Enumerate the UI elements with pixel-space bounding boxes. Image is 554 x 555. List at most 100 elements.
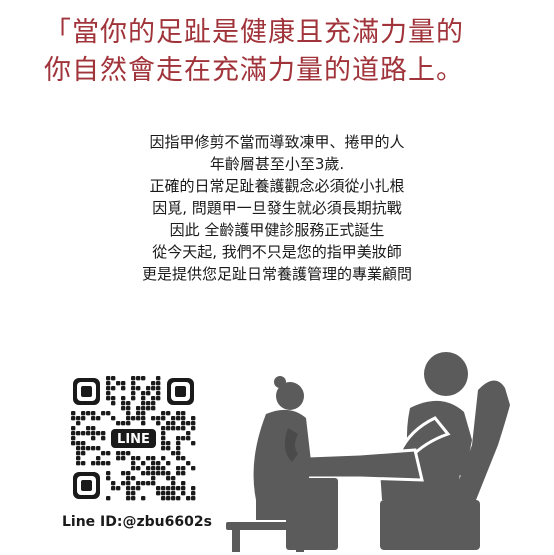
qr-module <box>156 421 161 426</box>
qr-module <box>156 396 161 401</box>
qr-module <box>171 416 176 421</box>
qr-module <box>186 436 191 441</box>
qr-module <box>106 386 111 391</box>
headline-line-1: 「當你的足趾是健康且充滿力量的 <box>44 17 464 48</box>
qr-module <box>176 446 181 451</box>
qr-module <box>71 436 76 441</box>
qr-module <box>171 426 176 431</box>
qr-module <box>176 436 181 441</box>
qr-module <box>161 426 166 431</box>
qr-module <box>181 411 186 416</box>
qr-module <box>156 491 161 496</box>
qr-module <box>156 381 161 386</box>
qr-module <box>156 376 161 381</box>
qr-module <box>176 441 181 446</box>
qr-module <box>76 431 81 436</box>
body-line-3: 正確的日常足趾養護觀念必須從小扎根 <box>149 177 405 195</box>
qr-module <box>161 431 166 436</box>
qr-module <box>111 486 116 491</box>
qr-module <box>186 496 191 501</box>
qr-module <box>161 441 166 446</box>
qr-module <box>176 466 181 471</box>
qr-module <box>156 416 161 421</box>
qr-module <box>116 421 121 426</box>
qr-module <box>91 416 96 421</box>
qr-module <box>176 426 181 431</box>
qr-module <box>136 466 141 471</box>
qr-module <box>126 496 131 501</box>
qr-module <box>151 381 156 386</box>
qr-module <box>121 481 126 486</box>
qr-module <box>136 406 141 411</box>
qr-module <box>156 466 161 471</box>
qr-module <box>161 491 166 496</box>
qr-module <box>111 481 116 486</box>
qr-module <box>106 391 111 396</box>
qr-module <box>171 481 176 486</box>
qr-module <box>81 461 86 466</box>
qr-module <box>166 421 171 426</box>
technician-figure-icon <box>226 376 312 552</box>
qr-module <box>126 411 131 416</box>
qr-module <box>186 461 191 466</box>
qr-module <box>131 466 136 471</box>
qr-module <box>151 471 156 476</box>
qr-module <box>96 446 101 451</box>
qr-module <box>161 446 166 451</box>
qr-finder-bottom-left <box>73 472 100 499</box>
qr-module <box>106 396 111 401</box>
qr-module <box>76 446 81 451</box>
qr-module <box>71 441 76 446</box>
qr-code-icon[interactable]: LINE <box>71 376 196 501</box>
qr-module <box>131 476 136 481</box>
qr-module <box>181 421 186 426</box>
qr-module <box>146 391 151 396</box>
qr-module <box>141 401 146 406</box>
qr-module <box>141 471 146 476</box>
qr-module <box>151 461 156 466</box>
qr-module <box>81 416 86 421</box>
headline-line-2: 你自然會走在充滿力量的道路上。 <box>44 55 464 86</box>
qr-module <box>146 471 151 476</box>
qr-module <box>141 416 146 421</box>
qr-module <box>176 416 181 421</box>
qr-module <box>146 401 151 406</box>
qr-module <box>141 376 146 381</box>
qr-finder-top-right <box>167 378 194 405</box>
qr-module <box>136 411 141 416</box>
qr-module <box>191 496 196 501</box>
qr-module <box>156 471 161 476</box>
qr-module <box>81 446 86 451</box>
qr-module <box>76 456 81 461</box>
body-line-5: 因此 全齡護甲健診服務正式誕生 <box>169 221 385 239</box>
qr-module <box>121 386 126 391</box>
qr-module <box>181 491 186 496</box>
qr-module <box>111 376 116 381</box>
qr-module <box>81 431 86 436</box>
qr-module <box>106 376 111 381</box>
qr-module <box>141 421 146 426</box>
qr-module <box>71 431 76 436</box>
qr-module <box>101 461 106 466</box>
qr-module <box>76 421 81 426</box>
qr-module <box>76 416 81 421</box>
qr-module <box>121 471 126 476</box>
qr-module <box>156 386 161 391</box>
qr-module <box>161 456 166 461</box>
qr-module <box>161 496 166 501</box>
qr-module <box>151 406 156 411</box>
qr-module <box>126 481 131 486</box>
qr-module <box>151 481 156 486</box>
qr-module <box>161 471 166 476</box>
qr-module <box>131 456 136 461</box>
qr-module <box>191 466 196 471</box>
qr-module <box>136 416 141 421</box>
qr-module <box>181 436 186 441</box>
qr-module <box>121 456 126 461</box>
line-id: Line ID:@zbu6602s <box>62 514 212 530</box>
qr-module <box>106 411 111 416</box>
qr-module <box>181 456 186 461</box>
qr-module <box>186 431 191 436</box>
body-line-4: 因覓, 問題甲一旦發生就必須長期抗戰 <box>152 199 402 217</box>
qr-module <box>191 486 196 491</box>
